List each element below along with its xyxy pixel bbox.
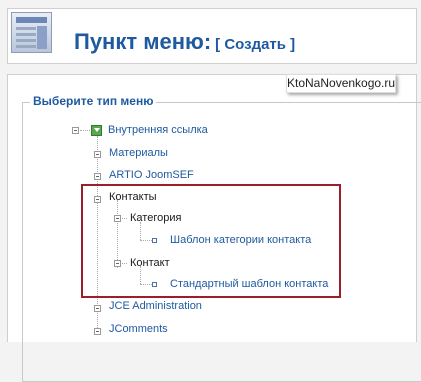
- page-header: Пункт меню:[ Создать ]: [7, 8, 417, 64]
- tree-item-internal-link[interactable]: Внутренняя ссылка: [108, 124, 208, 136]
- page-title: Пункт меню:[ Создать ]: [74, 29, 296, 54]
- menu-manager-icon: [11, 12, 52, 53]
- highlight-box: [81, 184, 341, 298]
- tree-collapse-icon[interactable]: [94, 328, 101, 335]
- site-watermark: KtoNaNovenkogo.ru: [286, 74, 396, 93]
- tree-collapse-icon[interactable]: [94, 151, 101, 158]
- tree-item-articles[interactable]: Материалы: [109, 147, 168, 159]
- tree-collapse-icon[interactable]: [94, 173, 101, 180]
- tree-line: [80, 130, 90, 131]
- fieldset-legend: Выберите тип меню: [30, 94, 157, 108]
- tree-collapse-icon[interactable]: [94, 305, 101, 312]
- tree-collapse-icon[interactable]: [72, 127, 79, 134]
- tree-item-jcomments[interactable]: JComments: [109, 323, 168, 335]
- tree-item-artio-joomsef[interactable]: ARTIO JoomSEF: [109, 169, 194, 181]
- tree-item-jce-administration[interactable]: JCE Administration: [109, 300, 202, 312]
- page-action-label: [ Создать ]: [215, 36, 296, 53]
- internal-link-icon: [91, 125, 102, 136]
